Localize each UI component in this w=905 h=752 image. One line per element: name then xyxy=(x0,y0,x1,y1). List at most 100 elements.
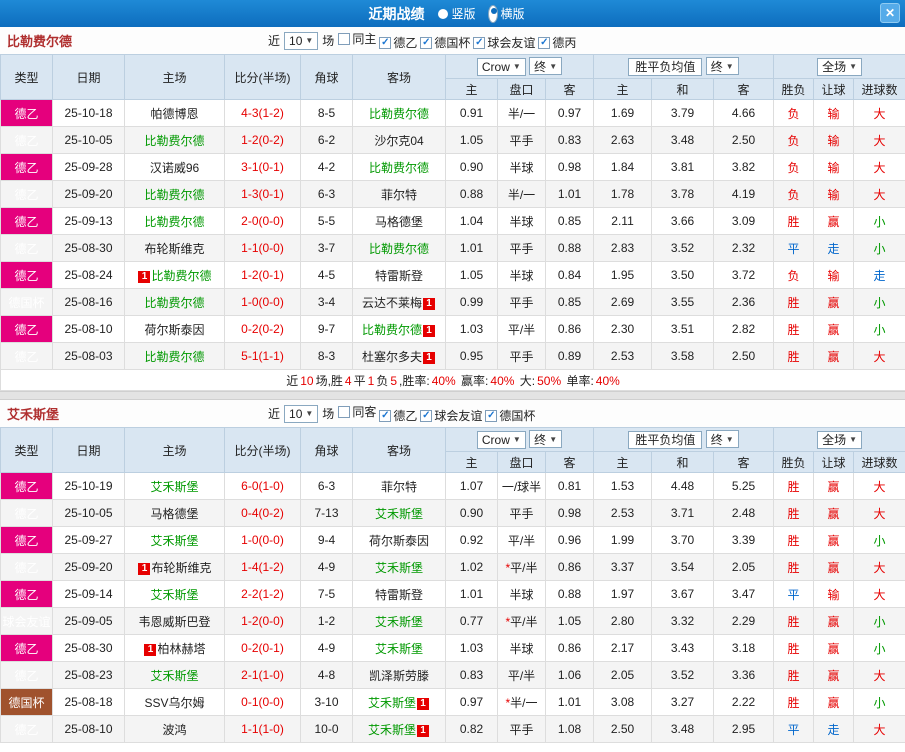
score: 2-0(0-0) xyxy=(225,208,301,235)
home-team: 1布轮斯维克 xyxy=(125,554,225,581)
checkbox-label: 同主 xyxy=(352,30,376,47)
result-wdl: 负 xyxy=(774,181,814,208)
scope-select[interactable]: 全场▼ xyxy=(817,431,862,449)
odds-away: 1.06 xyxy=(546,662,594,689)
handicap-value: 半球 xyxy=(509,161,533,175)
avg-draw: 3.81 xyxy=(652,154,714,181)
away-team: 马格德堡 xyxy=(353,208,446,235)
competition-type: 德乙 xyxy=(1,235,53,262)
summary-segment: 1 xyxy=(368,374,375,388)
score: 0-1(0-0) xyxy=(225,689,301,716)
layout-radio-horizontal[interactable]: 横版 xyxy=(488,5,525,23)
red-card-badge: 1 xyxy=(417,698,429,710)
handicap: 半球 xyxy=(498,154,546,181)
avg-time-select[interactable]: 终▼ xyxy=(706,57,739,75)
team-name: 艾禾斯堡 xyxy=(368,696,416,710)
handicap-value: 半球 xyxy=(509,215,533,229)
col-result-wdl: 胜负 xyxy=(774,452,814,473)
filter-checkbox[interactable]: ✓德乙 xyxy=(379,34,417,51)
filter-checkbox[interactable]: ✓德国杯 xyxy=(420,34,470,51)
filter-checkbox[interactable]: ✓德国杯 xyxy=(485,407,535,424)
away-team: 艾禾斯堡1 xyxy=(353,716,446,743)
avg-away: 2.95 xyxy=(714,716,774,743)
filter-checkbox[interactable]: 同主 xyxy=(338,30,376,47)
match-row: 德乙25-09-201布轮斯维克1-4(1-2)4-9艾禾斯堡1.02*平/半0… xyxy=(1,554,905,581)
scope-select[interactable]: 全场▼ xyxy=(817,58,862,76)
odds-away: 0.88 xyxy=(546,581,594,608)
checkbox-icon: ✓ xyxy=(420,410,432,422)
col-odds-away: 客 xyxy=(546,79,594,100)
odds-home: 1.03 xyxy=(446,635,498,662)
avg-draw: 3.43 xyxy=(652,635,714,662)
handicap: *平/半 xyxy=(498,554,546,581)
bookmaker-select[interactable]: Crow▼ xyxy=(477,58,526,76)
competition-type: 德乙 xyxy=(1,635,53,662)
red-card-badge: 1 xyxy=(417,725,429,737)
team-name: 艾禾斯堡 xyxy=(150,669,198,683)
avg-home: 2.30 xyxy=(594,316,652,343)
team-name: 布轮斯维克 xyxy=(151,561,211,575)
chevron-down-icon: ▼ xyxy=(549,62,557,71)
games-count-select[interactable]: 10▼ xyxy=(284,405,318,423)
result-goals: 小 xyxy=(854,235,905,262)
result-goals: 大 xyxy=(854,581,905,608)
odds-home: 0.99 xyxy=(446,289,498,316)
avg-home: 1.97 xyxy=(594,581,652,608)
team-name: 沙尔克04 xyxy=(374,134,423,148)
home-team: 1比勒费尔德 xyxy=(125,262,225,289)
checkbox-icon xyxy=(338,33,350,45)
score: 3-1(0-1) xyxy=(225,154,301,181)
filter-checkbox[interactable]: 同客 xyxy=(338,403,376,420)
team-name: 杜塞尔多夫 xyxy=(362,350,422,364)
match-row: 德乙25-08-03比勒费尔德5-1(1-1)8-3杜塞尔多夫10.95平手0.… xyxy=(1,343,905,370)
score: 1-4(1-2) xyxy=(225,554,301,581)
avg-draw: 3.48 xyxy=(652,127,714,154)
close-icon[interactable]: ✕ xyxy=(880,3,900,23)
summary-segment: 平 xyxy=(354,374,366,388)
avg-away: 2.05 xyxy=(714,554,774,581)
filter-checkbox[interactable]: ✓德丙 xyxy=(538,34,576,51)
odds-group-header: Crow▼ 终▼ xyxy=(446,55,594,79)
handicap: 平手 xyxy=(498,127,546,154)
odds-home: 1.03 xyxy=(446,316,498,343)
wdl-average-button[interactable]: 胜平负均值 xyxy=(628,431,702,449)
filter-checkbox[interactable]: ✓德乙 xyxy=(379,407,417,424)
competition-type: 德乙 xyxy=(1,316,53,343)
filter-checkbox[interactable]: ✓球会友谊 xyxy=(420,407,482,424)
col-date: 日期 xyxy=(53,55,125,100)
competition-type: 德乙 xyxy=(1,181,53,208)
team-name: 比勒费尔德 xyxy=(369,161,429,175)
col-away: 客场 xyxy=(353,55,446,100)
recent-results-panel: 近期战绩 竖版 横版 ✕ 比勒费尔德 近 10▼ 场 同主✓德乙✓德国杯✓球会友… xyxy=(0,0,905,752)
layout-radio-vertical[interactable]: 竖版 xyxy=(438,5,475,22)
away-team: 艾禾斯堡 xyxy=(353,500,446,527)
red-card-badge: 1 xyxy=(423,352,435,364)
odds-time-select[interactable]: 终▼ xyxy=(529,430,562,448)
match-date: 25-08-16 xyxy=(53,289,125,316)
result-goals: 小 xyxy=(854,208,905,235)
wdl-average-button[interactable]: 胜平负均值 xyxy=(628,58,702,76)
radio-unselected-icon xyxy=(438,9,448,19)
filter-checkbox[interactable]: ✓球会友谊 xyxy=(473,34,535,51)
result-goals: 大 xyxy=(854,662,905,689)
odds-home: 1.01 xyxy=(446,235,498,262)
summary-segment: 负 xyxy=(376,374,388,388)
score: 0-2(0-1) xyxy=(225,635,301,662)
avg-home: 3.37 xyxy=(594,554,652,581)
match-date: 25-08-03 xyxy=(53,343,125,370)
games-count-select[interactable]: 10▼ xyxy=(284,32,318,50)
away-team: 沙尔克04 xyxy=(353,127,446,154)
result-goals: 走 xyxy=(854,262,905,289)
odds-home: 1.04 xyxy=(446,208,498,235)
odds-time-select[interactable]: 终▼ xyxy=(529,57,562,75)
match-date: 25-08-24 xyxy=(53,262,125,289)
red-card-badge: 1 xyxy=(423,298,435,310)
avg-home: 3.08 xyxy=(594,689,652,716)
odds-home: 1.02 xyxy=(446,554,498,581)
result-wdl: 胜 xyxy=(774,527,814,554)
handicap-value: 平/半 xyxy=(510,561,537,575)
result-wdl: 平 xyxy=(774,581,814,608)
bookmaker-select[interactable]: Crow▼ xyxy=(477,431,526,449)
team-name: 比勒费尔德 xyxy=(144,296,204,310)
avg-time-select[interactable]: 终▼ xyxy=(706,430,739,448)
